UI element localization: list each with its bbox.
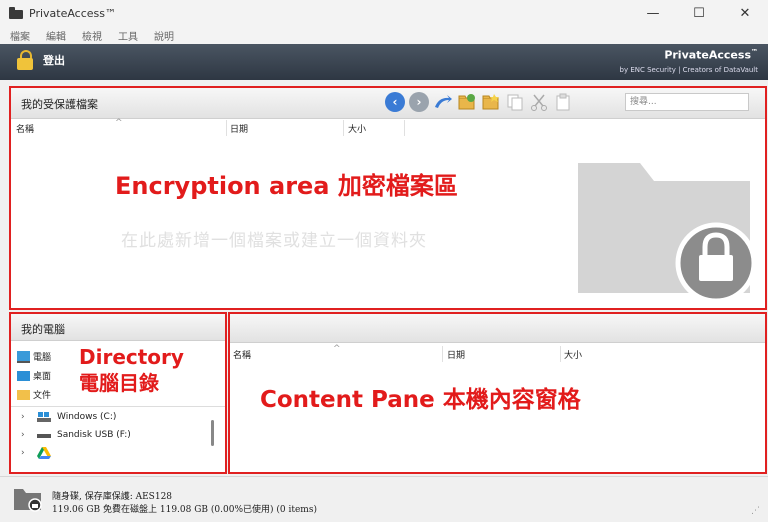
brand-subtitle: by ENC Security | Creators of DataVault (619, 65, 758, 74)
encryption-column-headers: 名稱 ^ 日期 大小 (11, 118, 765, 136)
copy-button[interactable] (505, 92, 525, 112)
logout-button[interactable]: 登出 (17, 50, 65, 70)
copy-icon (507, 94, 523, 111)
directory-pane[interactable]: 我的電腦 電腦 桌面 文件 › Windows (C:) › Sandisk U… (9, 312, 227, 474)
directory-title: 我的電腦 (21, 323, 65, 336)
content-column-headers: 名稱 ^ 日期 大小 (230, 344, 765, 362)
menu-view[interactable]: 檢視 (82, 28, 102, 43)
up-arrow-icon (435, 95, 452, 108)
title-bar: PrivateAccess™ — ☐ ✕ (0, 0, 768, 26)
sort-indicator-icon: ^ (115, 118, 123, 128)
column-name[interactable]: 名稱 (16, 122, 34, 135)
status-vault-info: 隨身碟, 保存庫保護: AES128 (52, 492, 173, 502)
menu-help[interactable]: 說明 (154, 28, 174, 43)
encryption-annotation: Encryption area 加密檔案區 (115, 172, 458, 200)
app-logo-icon (9, 7, 23, 19)
window-controls: — ☐ ✕ (630, 0, 768, 26)
column-name[interactable]: 名稱 (233, 348, 251, 361)
content-annotation: Content Pane 本機內容窗格 (260, 387, 581, 413)
empty-hint: 在此處新增一個檔案或建立一個資料夾 (121, 231, 427, 251)
tree-item-label: 文件 (33, 391, 52, 401)
logout-label: 登出 (43, 54, 65, 67)
directory-header: 我的電腦 (11, 314, 225, 341)
brand-name: PrivateAccess (664, 48, 751, 62)
add-file-button[interactable] (457, 92, 477, 112)
tree-item-desktop[interactable]: 桌面 (17, 369, 51, 382)
add-file-icon (458, 94, 475, 110)
menu-tools[interactable]: 工具 (118, 28, 138, 43)
lock-icon (17, 50, 33, 70)
toolbar-buttons: ‹ › (385, 92, 577, 112)
cut-button[interactable] (529, 92, 549, 112)
status-bar: 隨身碟, 保存庫保護: AES128 119.06 GB 免費在磁盤上 119.… (0, 476, 768, 522)
clipboard-icon (556, 93, 570, 111)
encryption-area[interactable]: 我的受保護檔案 ‹ › 搜尋... 名稱 ^ 日期 大小 在此處新增一個檔案或建… (9, 86, 767, 310)
drive-item-google[interactable]: › (21, 447, 57, 459)
tree-item-computer[interactable]: 電腦 (17, 350, 51, 363)
locked-folder-icon (578, 163, 757, 303)
google-drive-icon (37, 447, 51, 459)
minimize-button[interactable]: — (630, 0, 676, 26)
new-folder-button[interactable] (481, 92, 501, 112)
menu-file[interactable]: 檔案 (10, 28, 30, 43)
resize-grip-icon[interactable]: ⋰ (751, 506, 760, 516)
scrollbar[interactable] (211, 420, 214, 446)
search-input[interactable]: 搜尋... (625, 93, 749, 111)
drive-label: Sandisk USB (F:) (57, 430, 131, 440)
chevron-right-icon: › (21, 430, 25, 440)
close-button[interactable]: ✕ (722, 0, 768, 26)
status-disk-usage: 119.06 GB 免費在磁盤上 119.08 GB (0.00%已使用) (0… (52, 505, 317, 515)
maximize-button[interactable]: ☐ (676, 0, 722, 26)
drive-label: Windows (C:) (57, 412, 117, 422)
encryption-title: 我的受保護檔案 (21, 98, 98, 111)
tree-item-label: 桌面 (33, 372, 52, 382)
desktop-icon (17, 370, 30, 381)
app-header: 登出 PrivateAccess™ by ENC Security | Crea… (0, 44, 768, 80)
back-button[interactable]: ‹ (385, 92, 405, 112)
windows-drive-icon (37, 412, 51, 422)
paste-button[interactable] (553, 92, 573, 112)
content-pane[interactable]: 名稱 ^ 日期 大小 Content Pane 本機內容窗格 (228, 312, 767, 474)
column-size[interactable]: 大小 (348, 122, 366, 135)
drive-item-usb[interactable]: › Sandisk USB (F:) (21, 430, 131, 440)
vault-folder-icon (14, 489, 42, 512)
tree-item-label: 電腦 (33, 353, 52, 363)
forward-button[interactable]: › (409, 92, 429, 112)
folder-icon (17, 389, 30, 400)
computer-icon (17, 350, 30, 363)
menu-bar: 檔案 編輯 檢視 工具 說明 (0, 26, 768, 44)
sort-indicator-icon: ^ (333, 344, 341, 354)
chevron-right-icon: › (21, 412, 25, 422)
brand: PrivateAccess™ by ENC Security | Creator… (620, 48, 758, 74)
column-date[interactable]: 日期 (447, 348, 465, 361)
column-size[interactable]: 大小 (564, 348, 582, 361)
chevron-right-icon: › (21, 448, 25, 458)
up-folder-button[interactable] (433, 92, 453, 112)
usb-drive-icon (37, 434, 51, 438)
brand-tm: ™ (751, 48, 758, 56)
tree-item-documents[interactable]: 文件 (17, 388, 51, 401)
drive-item-windows[interactable]: › Windows (C:) (21, 412, 116, 422)
menu-edit[interactable]: 編輯 (46, 28, 66, 43)
new-folder-icon (482, 94, 499, 110)
scissors-icon (531, 94, 547, 111)
directory-annotation: Directory 電腦目錄 (79, 345, 184, 395)
content-header (230, 314, 765, 343)
window-title: PrivateAccess™ (29, 6, 117, 20)
encryption-toolbar: 我的受保護檔案 ‹ › 搜尋... (11, 88, 765, 119)
column-date[interactable]: 日期 (230, 122, 248, 135)
